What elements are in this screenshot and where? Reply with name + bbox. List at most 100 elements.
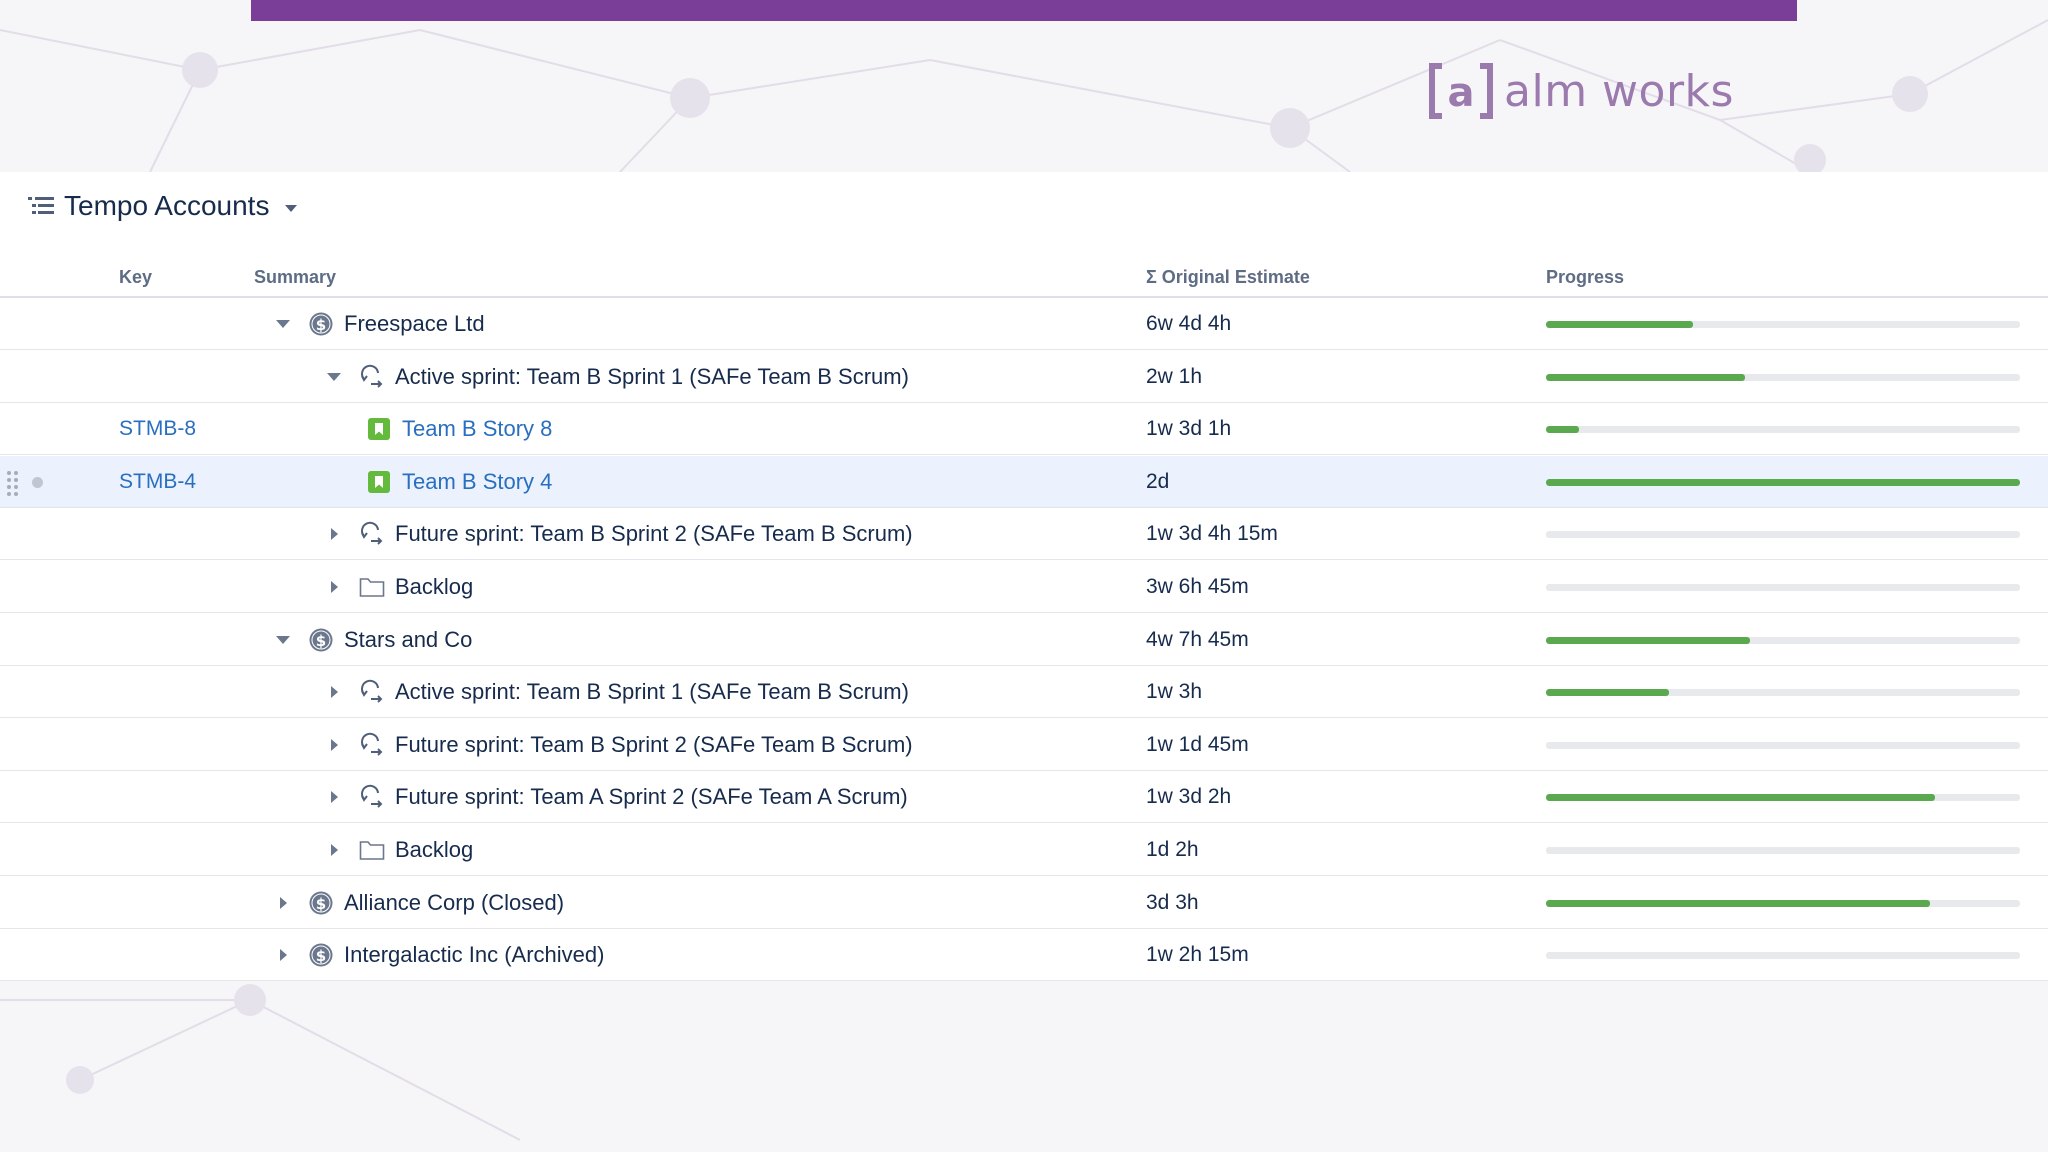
brand-top-bar: [251, 0, 1797, 21]
table-row[interactable]: STMB-8 Team B Story 8 1w 3d 1h: [0, 403, 2048, 456]
svg-text:$: $: [316, 316, 326, 334]
summary-text: Future sprint: Team B Sprint 2 (SAFe Tea…: [395, 521, 913, 547]
progress-bar: [1546, 478, 2020, 486]
logo-bracket-a-icon: a: [1429, 63, 1493, 119]
summary-text[interactable]: Team B Story 4: [402, 469, 552, 495]
table-row[interactable]: $ Alliance Corp (Closed) 3d 3h: [0, 877, 2048, 929]
summary-text: Active sprint: Team B Sprint 1 (SAFe Tea…: [395, 363, 909, 389]
summary-cell: Backlog: [325, 824, 473, 876]
progress-bar: [1546, 794, 2020, 802]
progress-bar-fill: [1546, 899, 1930, 907]
collapse-toggle-icon[interactable]: [274, 631, 292, 649]
account-dollar-icon: $: [308, 311, 334, 337]
account-dollar-icon: $: [308, 627, 334, 653]
expand-toggle-icon[interactable]: [325, 578, 343, 596]
summary-text: Future sprint: Team A Sprint 2 (SAFe Tea…: [395, 784, 908, 810]
original-estimate-value: 1w 2h 15m: [1146, 943, 1249, 967]
original-estimate-value: 3w 6h 45m: [1146, 575, 1249, 598]
expand-toggle-icon[interactable]: [274, 894, 292, 912]
table-row[interactable]: Backlog 3w 6h 45m: [0, 561, 2048, 613]
folder-icon: [359, 837, 385, 863]
account-dollar-icon: $: [308, 942, 334, 968]
summary-text: Stars and Co: [344, 626, 473, 652]
sprint-icon: [359, 784, 385, 810]
progress-bar: [1546, 689, 2020, 697]
sprint-icon: [359, 364, 385, 390]
story-icon: [366, 469, 392, 495]
progress-bar: [1546, 952, 2020, 960]
original-estimate-value: 1w 1d 45m: [1146, 732, 1249, 756]
original-estimate-value: 1w 3d 1h: [1146, 417, 1232, 441]
svg-text:$: $: [316, 947, 326, 965]
expand-toggle-icon[interactable]: [325, 841, 343, 859]
account-dollar-icon: $: [308, 890, 334, 916]
original-estimate-value: 1w 3d 2h: [1146, 785, 1232, 809]
row-marker-dot[interactable]: [32, 476, 43, 488]
table-row[interactable]: Future sprint: Team A Sprint 2 (SAFe Tea…: [0, 771, 2048, 824]
summary-cell: Backlog: [325, 561, 473, 613]
column-header-key[interactable]: Key: [119, 267, 152, 288]
expand-toggle-icon[interactable]: [325, 788, 343, 806]
progress-bar-fill: [1546, 373, 1746, 381]
original-estimate-value: 2w 1h: [1146, 364, 1203, 388]
issue-key-link[interactable]: STMB-8: [119, 417, 196, 441]
table-row[interactable]: $ Freespace Ltd 6w 4d 4h: [0, 298, 2048, 350]
original-estimate-value: 1w 3d 4h 15m: [1146, 522, 1278, 546]
progress-bar: [1546, 531, 2020, 539]
svg-text:a: a: [1448, 70, 1475, 116]
table-row[interactable]: Future sprint: Team B Sprint 2 (SAFe Tea…: [0, 719, 2048, 771]
expand-toggle-icon[interactable]: [325, 525, 343, 543]
expand-toggle-icon[interactable]: [325, 736, 343, 754]
sprint-icon: [359, 732, 385, 758]
table-row[interactable]: Backlog 1d 2h: [0, 824, 2048, 876]
summary-cell: $ Alliance Corp (Closed): [274, 877, 564, 929]
issue-key-link[interactable]: STMB-4: [119, 470, 196, 494]
summary-text: Future sprint: Team B Sprint 2 (SAFe Tea…: [395, 731, 913, 757]
expand-toggle-icon[interactable]: [325, 683, 343, 701]
caret-down-icon[interactable]: [285, 204, 298, 212]
progress-bar: [1546, 636, 2020, 644]
summary-text: Freespace Ltd: [344, 311, 485, 336]
story-icon: [366, 416, 392, 442]
original-estimate-value: 1d 2h: [1146, 838, 1199, 861]
progress-bar-fill: [1546, 478, 2020, 486]
collapse-toggle-icon[interactable]: [325, 368, 343, 386]
summary-cell: Active sprint: Team B Sprint 1 (SAFe Tea…: [325, 351, 909, 403]
original-estimate-value: 1w 3h: [1146, 680, 1203, 704]
summary-cell: Future sprint: Team A Sprint 2 (SAFe Tea…: [325, 771, 908, 823]
alm-works-logo: a alm works: [1428, 60, 1734, 122]
progress-bar: [1546, 847, 2020, 854]
table-row[interactable]: Active sprint: Team B Sprint 1 (SAFe Tea…: [0, 666, 2048, 719]
summary-cell: Future sprint: Team B Sprint 2 (SAFe Tea…: [325, 719, 913, 771]
table-row[interactable]: Future sprint: Team B Sprint 2 (SAFe Tea…: [0, 508, 2048, 561]
table-row[interactable]: Active sprint: Team B Sprint 1 (SAFe Tea…: [0, 351, 2048, 403]
progress-bar: [1546, 899, 2020, 907]
structure-title: Tempo Accounts: [64, 190, 270, 221]
table-row[interactable]: $ Stars and Co 4w 7h 45m: [0, 614, 2048, 666]
structure-list-icon: [28, 197, 54, 214]
original-estimate-value: 6w 4d 4h: [1146, 312, 1232, 335]
progress-bar-fill: [1546, 794, 1935, 802]
logo-text: alm works: [1504, 65, 1734, 117]
summary-text[interactable]: Team B Story 8: [402, 416, 552, 442]
column-header-summary[interactable]: Summary: [254, 267, 336, 288]
collapse-toggle-icon[interactable]: [274, 315, 292, 333]
summary-cell: Active sprint: Team B Sprint 1 (SAFe Tea…: [325, 666, 909, 718]
table-row[interactable]: $ Intergalactic Inc (Archived) 1w 2h 15m: [0, 929, 2048, 982]
column-header-progress[interactable]: Progress: [1546, 267, 1624, 288]
sprint-icon: [359, 679, 385, 705]
summary-cell: Team B Story 8: [366, 403, 552, 455]
drag-handle-icon[interactable]: [6, 470, 20, 496]
expand-toggle-icon[interactable]: [274, 946, 292, 964]
sprint-icon: [359, 521, 385, 547]
summary-cell: $ Intergalactic Inc (Archived): [274, 929, 604, 981]
progress-bar: [1546, 373, 2020, 381]
structure-selector[interactable]: Tempo Accounts: [28, 190, 298, 222]
summary-text: Backlog: [395, 574, 474, 599]
column-header-original-estimate[interactable]: Σ Original Estimate: [1146, 267, 1310, 288]
table-row[interactable]: STMB-4 Team B Story 4 2d: [0, 455, 2048, 508]
progress-bar-fill: [1546, 426, 1580, 434]
summary-cell: Future sprint: Team B Sprint 2 (SAFe Tea…: [325, 508, 913, 560]
svg-text:$: $: [316, 632, 326, 650]
original-estimate-value: 4w 7h 45m: [1146, 627, 1249, 651]
